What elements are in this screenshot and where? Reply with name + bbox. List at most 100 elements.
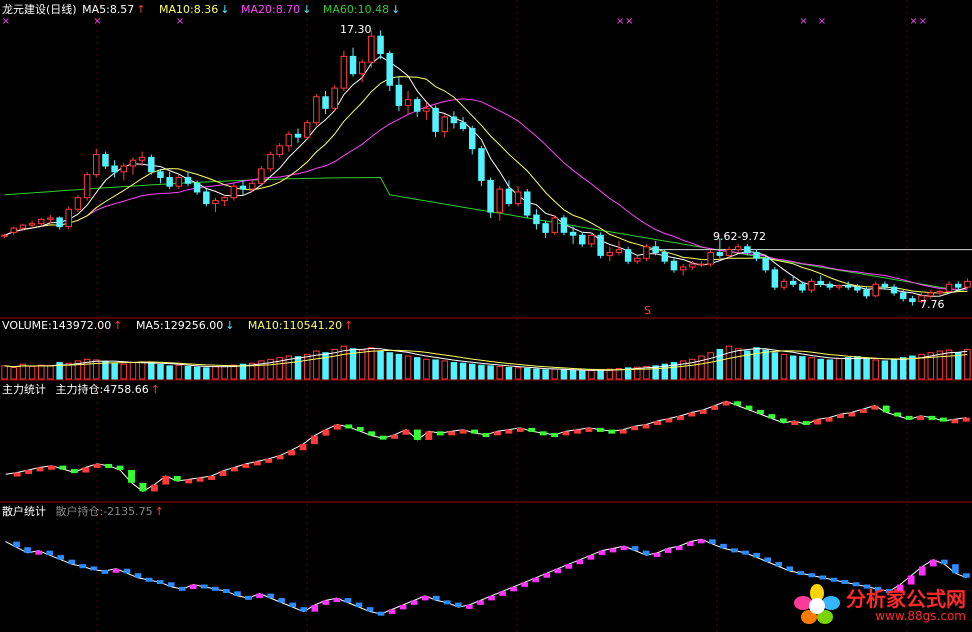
candle-body: [844, 285, 852, 288]
candle-body: [120, 165, 128, 173]
retail-bar: [466, 604, 473, 609]
candle-body: [349, 55, 357, 75]
main-force-bar: [230, 467, 238, 472]
candle-body: [175, 177, 183, 187]
cross-marker-icon: ×: [919, 16, 927, 27]
main-force-bar: [139, 482, 147, 492]
ma5-value: MA5:8.57: [82, 3, 135, 16]
volume-bar: [487, 365, 494, 380]
volume-bar: [120, 363, 128, 380]
volume-bar: [863, 358, 870, 380]
candle-body: [184, 177, 192, 184]
candle-body: [166, 177, 173, 187]
retail-bar: [322, 600, 330, 605]
candle-body: [322, 96, 329, 109]
main-force-bar: [631, 426, 639, 431]
volume-bar: [377, 350, 384, 380]
main-force-bar: [196, 477, 204, 482]
range-label: 9.62-9.72: [713, 230, 766, 243]
cross-marker-icon: ×: [625, 16, 633, 27]
volume-bar: [138, 361, 146, 380]
candle-body: [679, 266, 687, 271]
ma10-arrow-icon: ↓: [220, 3, 230, 16]
main-force-bar: [288, 450, 296, 456]
main-force-bar: [711, 405, 719, 410]
main-force-bar: [150, 484, 158, 492]
volume-bar: [844, 357, 852, 380]
retail-bar: [698, 539, 705, 544]
retail-bar: [797, 570, 805, 575]
candle-body: [74, 197, 82, 210]
retail-bar: [532, 577, 540, 583]
volume-bar: [808, 357, 815, 380]
volume-bar: [551, 368, 559, 380]
candle-body: [102, 153, 109, 167]
moving-average-lines: [4, 55, 972, 297]
retail-bar: [189, 584, 197, 590]
candle-body: [148, 156, 155, 173]
volume-bar: [303, 353, 311, 380]
candle-body: [606, 252, 614, 256]
retail-bar: [377, 611, 385, 616]
retail-bar: [123, 568, 131, 574]
main-force-bar: [574, 429, 581, 434]
volume-bar: [496, 366, 504, 380]
volume-bar: [47, 365, 54, 380]
main-force-value: 主力持仓:4758.66: [55, 383, 149, 396]
volume-bar: [826, 359, 834, 380]
volume-bar: [157, 364, 164, 380]
main-force-bar: [745, 405, 753, 410]
retail-bar: [311, 604, 319, 612]
main-force-bar: [299, 444, 307, 451]
main-force-bar: [757, 409, 764, 415]
main-force-bar: [13, 472, 21, 477]
main-force-bar: [539, 431, 547, 436]
ma20-arrow-icon: ↓: [302, 3, 312, 16]
volume-bar: [322, 352, 329, 380]
retail-bar: [90, 566, 98, 571]
volume-bar: [780, 353, 788, 380]
main-force-bar: [688, 412, 696, 417]
candle-body: [808, 280, 815, 291]
candle-body: [93, 153, 100, 176]
retail-header: 散户统计 散户持仓:-2135.75 ↑: [2, 505, 166, 519]
candle-body: [780, 280, 788, 288]
main-force-bar: [333, 424, 341, 430]
volume-bar: [560, 369, 568, 380]
volume-bar: [111, 362, 118, 380]
candle-body: [459, 122, 467, 129]
retail-bar: [918, 566, 926, 576]
candle-body: [203, 191, 210, 204]
retail-bar: [742, 550, 749, 555]
main-force-bar: [356, 427, 364, 432]
volume-bar: [597, 369, 604, 380]
candle-body: [744, 246, 751, 254]
candle-body: [157, 171, 164, 179]
retail-bar: [333, 598, 341, 603]
retail-bar: [167, 582, 175, 587]
retail-bar: [775, 561, 783, 567]
cross-marker-icon: ×: [2, 16, 10, 27]
chart-canvas[interactable]: × × × × × × × × × 17.30 7.76 9.62-9.72 S: [0, 0, 972, 632]
candle-body: [624, 249, 632, 262]
volume-bar: [175, 364, 183, 380]
main-force-bar: [837, 414, 844, 419]
candle-body: [707, 252, 714, 265]
volume-bar: [148, 362, 155, 380]
main-force-bar: [70, 469, 78, 474]
retail-bar: [731, 548, 738, 553]
candle-body: [698, 263, 705, 266]
main-force-bar: [436, 431, 444, 436]
volume-bar: [909, 355, 916, 380]
candle-body: [725, 249, 733, 256]
candlestick-series: [1, 30, 971, 306]
candle-body: [533, 214, 540, 225]
candle-body: [83, 174, 91, 199]
ma5-line: [4, 55, 968, 297]
candle-body: [313, 96, 320, 124]
volume-bar: [221, 365, 228, 380]
volume-ma10-value: MA10:110541.20: [247, 319, 343, 332]
main-force-bar: [654, 421, 661, 426]
retail-bar: [355, 602, 363, 608]
retail-bar: [68, 559, 76, 565]
